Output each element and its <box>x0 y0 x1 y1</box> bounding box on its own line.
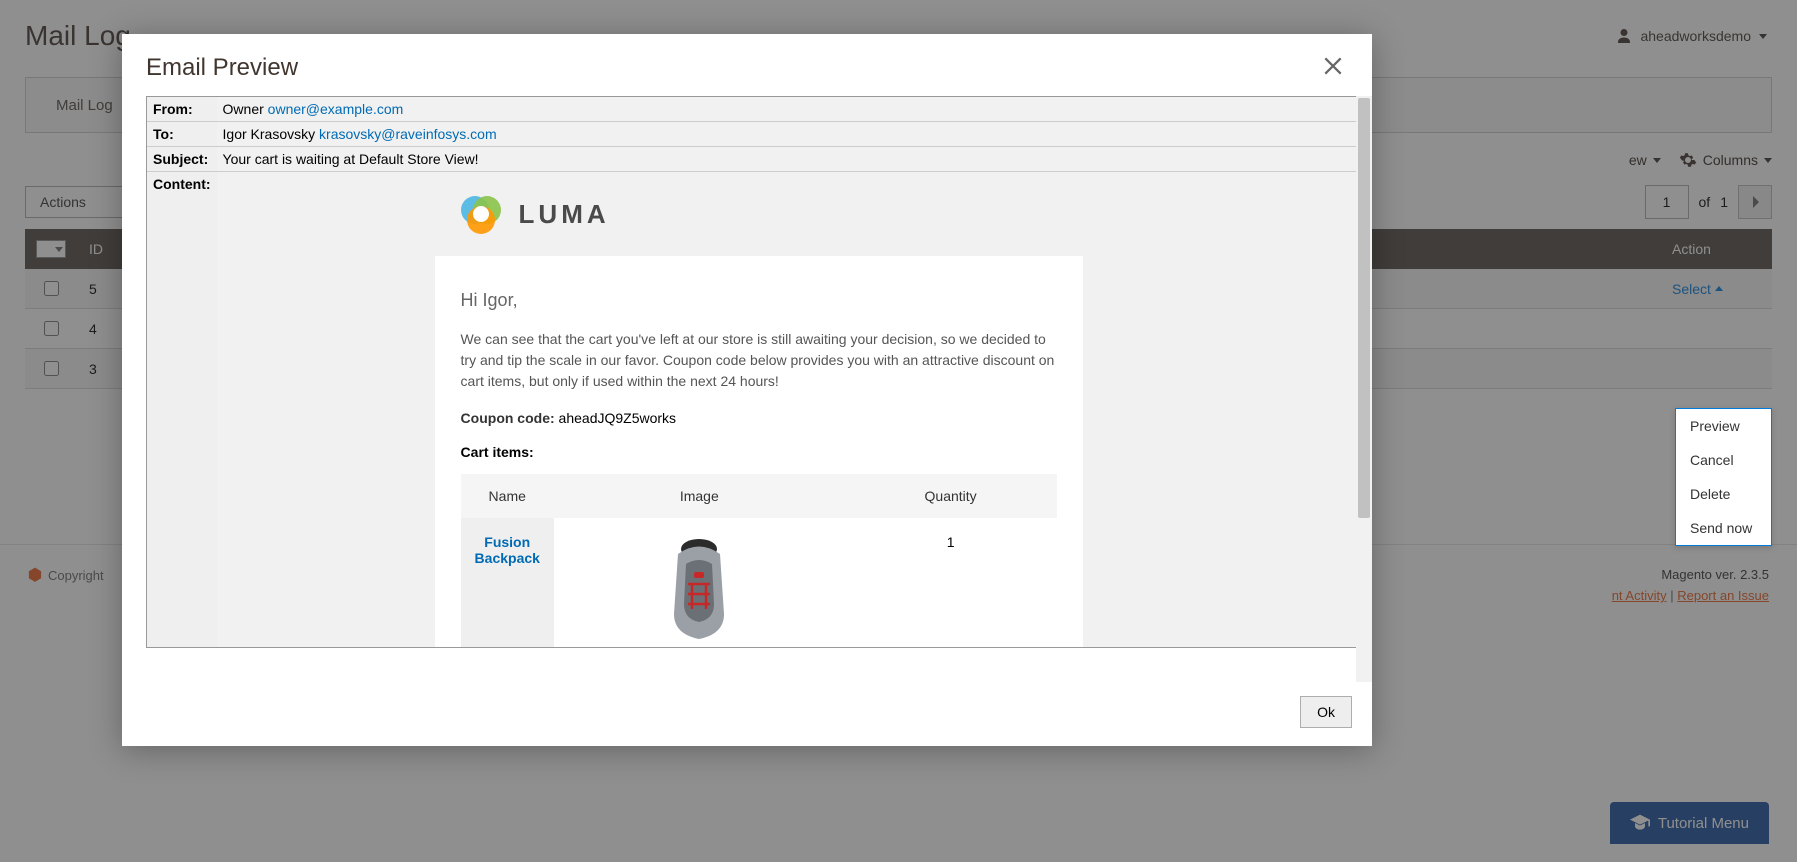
greeting: Hi Igor, <box>461 290 1057 311</box>
dropdown-send-now[interactable]: Send now <box>1676 511 1771 545</box>
product-link[interactable]: Fusion Backpack <box>475 534 540 566</box>
subject-label: Subject: <box>147 147 217 172</box>
cart-table: Name Image Quantity Fusion Backpack <box>461 474 1057 648</box>
coupon-line: Coupon code: aheadJQ9Z5works <box>461 410 1057 426</box>
ok-button[interactable]: Ok <box>1300 696 1352 728</box>
from-label: From: <box>147 97 217 122</box>
close-button[interactable] <box>1322 54 1344 82</box>
email-meta: From: Owner owner@example.com To: Igor K… <box>147 97 1359 648</box>
backpack-image <box>658 534 740 644</box>
action-dropdown: Preview Cancel Delete Send now <box>1675 408 1772 546</box>
modal-title: Email Preview <box>146 54 298 82</box>
cart-row: Fusion Backpack <box>461 518 1057 648</box>
dropdown-preview[interactable]: Preview <box>1676 409 1771 443</box>
cart-items-label: Cart items: <box>461 444 1057 460</box>
email-preview-modal: Email Preview From: Owner owner@example.… <box>122 34 1372 746</box>
outer-scrollbar[interactable] <box>1356 96 1372 682</box>
col-image: Image <box>554 474 845 518</box>
col-name: Name <box>461 474 554 518</box>
product-qty: 1 <box>845 518 1057 648</box>
from-email-link[interactable]: owner@example.com <box>268 101 404 117</box>
luma-logo-icon <box>457 190 505 238</box>
content-label: Content: <box>147 172 217 649</box>
close-icon <box>1322 55 1344 77</box>
col-qty: Quantity <box>845 474 1057 518</box>
dropdown-delete[interactable]: Delete <box>1676 477 1771 511</box>
subject-value: Your cart is waiting at Default Store Vi… <box>217 147 1359 172</box>
dropdown-cancel[interactable]: Cancel <box>1676 443 1771 477</box>
to-email-link[interactable]: krasovsky@raveinfosys.com <box>319 126 497 142</box>
to-label: To: <box>147 122 217 147</box>
email-body: We can see that the cart you've left at … <box>461 329 1057 392</box>
preview-frame[interactable]: From: Owner owner@example.com To: Igor K… <box>146 96 1360 648</box>
luma-logo: LUMA <box>217 190 1359 256</box>
email-content: LUMA Hi Igor, We can see that the cart y… <box>217 172 1359 648</box>
